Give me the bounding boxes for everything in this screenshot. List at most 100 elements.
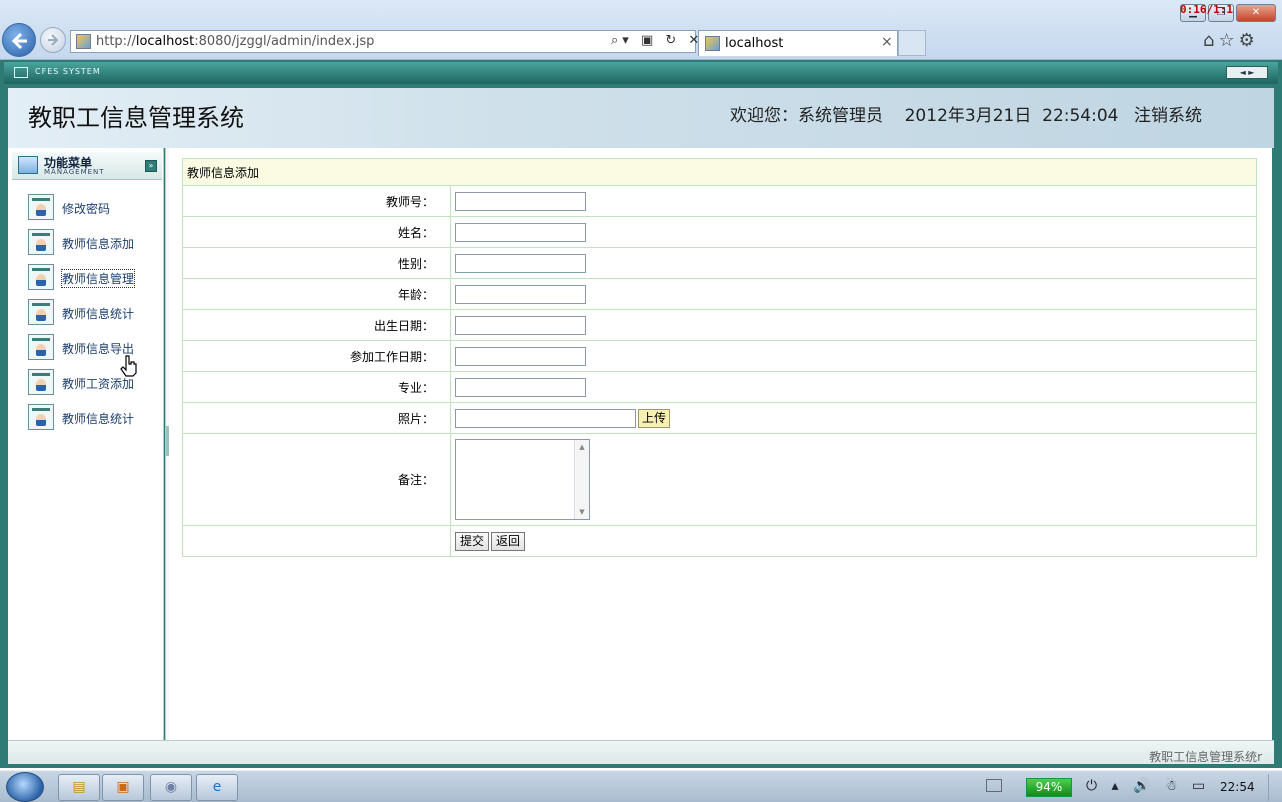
forward-button[interactable] bbox=[40, 27, 66, 53]
remark-textarea[interactable]: ▲ ▼ bbox=[455, 439, 590, 520]
url-path: :8080/jzggl/admin/index.jsp bbox=[194, 34, 375, 49]
arrow-right-icon bbox=[48, 34, 59, 46]
start-button[interactable] bbox=[6, 772, 44, 802]
tab-favicon-icon bbox=[705, 36, 720, 51]
remark-label: 备注： bbox=[182, 433, 451, 526]
recording-indicator: 0:16/1:1 bbox=[1180, 3, 1233, 16]
sidebar: 功能菜单 MANAGEMENT » 修改密码 教师信息添加 教师信息管理 教师信… bbox=[8, 148, 164, 740]
form-caption: 教师信息添加 bbox=[182, 158, 1257, 186]
taskbar-explorer-icon[interactable]: ▤ bbox=[58, 774, 100, 801]
window-close-button[interactable]: ✕ bbox=[1236, 4, 1276, 22]
name-input[interactable] bbox=[455, 222, 586, 242]
status-bar: 教职工信息管理系统r bbox=[8, 740, 1274, 764]
scroll-up-icon[interactable]: ▲ bbox=[575, 443, 589, 451]
gear-icon[interactable]: ⚙ bbox=[1239, 30, 1259, 51]
tray-icons[interactable]: ⏻ ▴ 🔊 ☃ ▭ bbox=[1086, 778, 1210, 794]
sidebar-item-teacher-stats[interactable]: 教师信息统计 bbox=[28, 299, 158, 327]
taskbar-app-icon[interactable]: ▣ bbox=[102, 774, 144, 801]
keyboard-icon[interactable] bbox=[986, 779, 1002, 792]
logout-link[interactable]: 注销系统 bbox=[1134, 101, 1202, 126]
user-card-icon bbox=[28, 334, 54, 360]
browser-tab[interactable]: localhost × bbox=[698, 30, 898, 56]
scroll-arrows[interactable]: ◄ ► bbox=[1226, 66, 1268, 79]
user-card-icon bbox=[28, 369, 54, 395]
sidebar-item-label: 教师信息添加 bbox=[62, 237, 135, 251]
age-input[interactable] bbox=[455, 284, 586, 304]
page-title: 教职工信息管理系统 bbox=[28, 104, 244, 132]
menu-icon bbox=[18, 156, 38, 174]
battery-indicator[interactable]: 94% bbox=[1026, 778, 1072, 797]
sidebar-item-label: 教师工资添加 bbox=[62, 377, 135, 391]
sidebar-item-label: 修改密码 bbox=[62, 202, 111, 216]
welcome-text: 欢迎您：系统管理员 2012年3月21日 22:54:04 bbox=[730, 106, 1119, 126]
back-button[interactable] bbox=[2, 23, 36, 57]
photo-path-input[interactable] bbox=[455, 408, 636, 428]
favorites-star-icon[interactable]: ☆ bbox=[1218, 30, 1238, 51]
status-text: 教职工信息管理系统r bbox=[1149, 750, 1262, 764]
gender-label: 性别： bbox=[182, 247, 451, 279]
menu-subtitle: MANAGEMENT bbox=[44, 168, 105, 176]
url-host: localhost bbox=[135, 34, 195, 49]
collapse-icon[interactable]: » bbox=[145, 160, 157, 172]
upload-button[interactable]: 上传 bbox=[638, 408, 671, 428]
work-start-date-input[interactable] bbox=[455, 346, 586, 366]
user-card-icon bbox=[28, 264, 54, 290]
taskbar-app-icon-2[interactable]: ◉ bbox=[150, 774, 192, 801]
search-refresh-stop-icons[interactable]: ⌕▾ ▣ ↻ ✕ bbox=[611, 33, 703, 48]
user-card-icon bbox=[28, 194, 54, 220]
gender-input[interactable] bbox=[455, 253, 586, 273]
work-start-date-label: 参加工作日期： bbox=[182, 340, 451, 372]
show-desktop-button[interactable] bbox=[1268, 774, 1280, 801]
new-tab-button[interactable] bbox=[898, 30, 926, 56]
major-label: 专业： bbox=[182, 371, 451, 403]
teacher-add-form: 教师信息添加 教师号： 姓名： 性别： 年龄： 出生日期： 参加工作日期： 专业… bbox=[182, 158, 1257, 557]
sidebar-item-label: 教师信息管理 bbox=[60, 269, 136, 288]
header-banner: 教职工信息管理系统 欢迎您：系统管理员 2012年3月21日 22:54:04 … bbox=[8, 88, 1274, 148]
back-button-form[interactable]: 返回 bbox=[491, 531, 526, 551]
tab-title: localhost bbox=[725, 36, 784, 51]
teacher-no-label: 教师号： bbox=[182, 185, 451, 217]
textarea-scrollbar[interactable]: ▲ ▼ bbox=[574, 440, 589, 519]
clock[interactable]: 22:54 bbox=[1220, 780, 1255, 794]
system-tray: 94% ⏻ ▴ 🔊 ☃ ▭ 22:54 bbox=[968, 774, 1282, 801]
system-label: CFES SYSTEM bbox=[35, 67, 101, 76]
sidebar-item-salary-add[interactable]: 教师工资添加 bbox=[28, 369, 158, 397]
main-content: 教师信息添加 教师号： 姓名： 性别： 年龄： 出生日期： 参加工作日期： 专业… bbox=[169, 148, 1272, 740]
submit-button[interactable]: 提交 bbox=[455, 531, 490, 551]
sidebar-item-change-password[interactable]: 修改密码 bbox=[28, 194, 158, 222]
birth-date-label: 出生日期： bbox=[182, 309, 451, 341]
sidebar-item-teacher-manage[interactable]: 教师信息管理 bbox=[28, 264, 158, 292]
sidebar-item-label: 教师信息统计 bbox=[62, 412, 135, 426]
address-bar[interactable]: http://localhost:8080/jzggl/admin/index.… bbox=[70, 30, 699, 53]
taskbar-browser-icon[interactable]: e bbox=[196, 774, 238, 801]
hand-cursor-icon bbox=[120, 355, 137, 377]
taskbar: ▤ ▣ ◉ e 94% ⏻ ▴ 🔊 ☃ ▭ 22:54 bbox=[0, 770, 1282, 802]
page-favicon-icon bbox=[76, 34, 91, 49]
system-title-strip: CFES SYSTEM ◄ ► bbox=[4, 62, 1278, 84]
arrow-left-icon bbox=[11, 32, 27, 50]
monitor-icon bbox=[14, 67, 28, 78]
browser-toolbar: ⌂☆⚙ bbox=[1203, 30, 1259, 51]
major-input[interactable] bbox=[455, 377, 586, 397]
button-row-spacer bbox=[182, 525, 451, 557]
tab-close-icon[interactable]: × bbox=[881, 34, 893, 50]
scroll-down-icon[interactable]: ▼ bbox=[575, 508, 589, 516]
user-card-icon bbox=[28, 229, 54, 255]
app-frame: CFES SYSTEM ◄ ► 教职工信息管理系统 欢迎您：系统管理员 2012… bbox=[0, 60, 1282, 768]
name-label: 姓名： bbox=[182, 216, 451, 248]
sidebar-item-teacher-stats-2[interactable]: 教师信息统计 bbox=[28, 404, 158, 432]
birth-date-input[interactable] bbox=[455, 315, 586, 335]
sidebar-item-label: 教师信息统计 bbox=[62, 307, 135, 321]
photo-label: 照片： bbox=[182, 402, 451, 434]
menu-header: 功能菜单 MANAGEMENT » bbox=[12, 152, 162, 180]
url-text[interactable]: http://localhost:8080/jzggl/admin/index.… bbox=[96, 34, 374, 49]
url-prefix: http:// bbox=[96, 34, 136, 49]
sidebar-item-teacher-export[interactable]: 教师信息导出 bbox=[28, 334, 158, 362]
browser-chrome: ▁ ❐ ✕ 0:16/1:1 http://localhost:8080/jzg… bbox=[0, 0, 1282, 60]
age-label: 年龄： bbox=[182, 278, 451, 310]
home-icon[interactable]: ⌂ bbox=[1203, 30, 1218, 51]
user-card-icon bbox=[28, 299, 54, 325]
sidebar-item-teacher-add[interactable]: 教师信息添加 bbox=[28, 229, 158, 257]
user-card-icon bbox=[28, 404, 54, 430]
teacher-no-input[interactable] bbox=[455, 191, 586, 211]
